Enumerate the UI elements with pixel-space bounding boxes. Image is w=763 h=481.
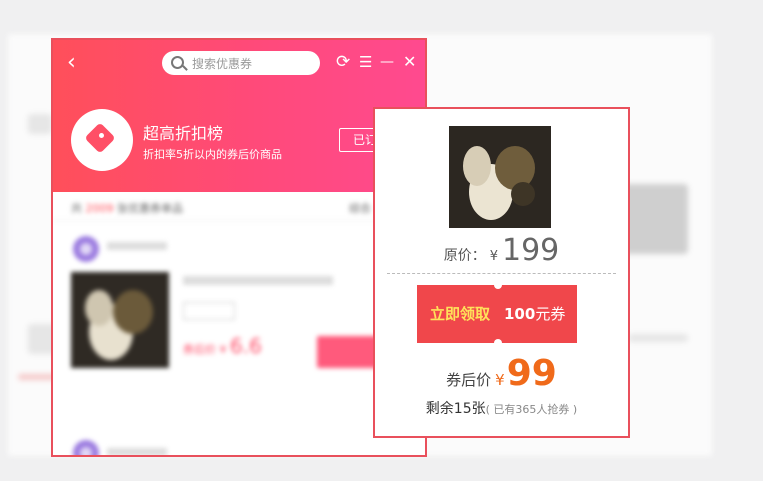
shop-name bbox=[107, 242, 167, 250]
close-icon[interactable]: ✕ bbox=[403, 52, 416, 72]
shop-icon bbox=[73, 236, 99, 262]
gloves-image bbox=[85, 290, 153, 360]
gloves-image bbox=[449, 126, 551, 228]
minimize-icon[interactable]: — bbox=[380, 52, 394, 72]
after-price-value: 99 bbox=[506, 353, 557, 394]
divider bbox=[53, 220, 425, 221]
sort-link[interactable]: 综合 bbox=[349, 200, 371, 216]
shop-name bbox=[107, 448, 167, 455]
coupon-list: 共 2009 张优惠券单品 综合 券后价 ¥ 6.6 bbox=[53, 192, 425, 455]
claim-coupon-button[interactable]: 立即领取 100元券 bbox=[413, 281, 581, 347]
original-price: 原价： ¥199 bbox=[375, 233, 628, 268]
grabbed-count: ( 已有365人抢券 ) bbox=[485, 403, 578, 416]
hero-subtitle: 折扣率5折以内的券后价商品 bbox=[143, 148, 282, 161]
search-icon bbox=[171, 56, 184, 69]
product-title[interactable] bbox=[183, 276, 333, 285]
coupon-detail-card: 原价： ¥199 立即领取 100元券 券后价 ¥99 剩余15张( 已有365人抢… bbox=[373, 107, 630, 438]
hero-title: 超高折扣榜 bbox=[143, 124, 224, 143]
after-coupon-price: 券后价 ¥99 bbox=[375, 353, 628, 394]
count-prefix: 共 bbox=[71, 202, 82, 215]
original-price-value: 199 bbox=[502, 233, 560, 268]
bg-block bbox=[28, 114, 52, 134]
back-icon[interactable]: ‹ bbox=[67, 52, 76, 74]
after-price-label: 券后价 bbox=[446, 371, 492, 389]
dashed-divider bbox=[387, 273, 616, 274]
currency-symbol: ¥ bbox=[489, 249, 498, 264]
notch bbox=[494, 339, 502, 347]
product-image[interactable] bbox=[71, 272, 169, 368]
coupon-popup-window: ‹ 搜索优惠券 ⟳ ☰ — ✕ 超高折扣榜 折扣率5折以内的券后价商品 已订 共… bbox=[51, 38, 427, 457]
shop-icon bbox=[73, 440, 99, 455]
popup-header: ‹ 搜索优惠券 ⟳ ☰ — ✕ 超高折扣榜 折扣率5折以内的券后价商品 已订 bbox=[53, 40, 425, 192]
product-tag bbox=[183, 302, 235, 320]
coupon-value: 100元券 bbox=[504, 305, 566, 323]
notch bbox=[494, 281, 502, 289]
product-price: 券后价 ¥ 6.6 bbox=[183, 334, 262, 358]
count-number: 2009 bbox=[85, 202, 114, 215]
remaining-count: 剩余15张 bbox=[425, 401, 486, 417]
product-image bbox=[449, 126, 551, 228]
search-placeholder: 搜索优惠券 bbox=[192, 57, 253, 71]
claim-label: 立即领取 bbox=[430, 305, 491, 323]
currency-symbol: ¥ bbox=[495, 371, 505, 389]
coupon-count: 共 2009 张优惠券单品 bbox=[71, 200, 183, 216]
refresh-icon[interactable]: ⟳ bbox=[336, 52, 350, 72]
bg-block bbox=[628, 334, 688, 342]
tag-icon bbox=[71, 109, 133, 171]
menu-icon[interactable]: ☰ bbox=[359, 52, 372, 72]
count-suffix: 张优惠券单品 bbox=[117, 202, 183, 215]
original-price-label: 原价： bbox=[443, 248, 486, 264]
search-input[interactable]: 搜索优惠券 bbox=[162, 51, 320, 75]
remaining-info: 剩余15张( 已有365人抢券 ) bbox=[375, 398, 628, 418]
